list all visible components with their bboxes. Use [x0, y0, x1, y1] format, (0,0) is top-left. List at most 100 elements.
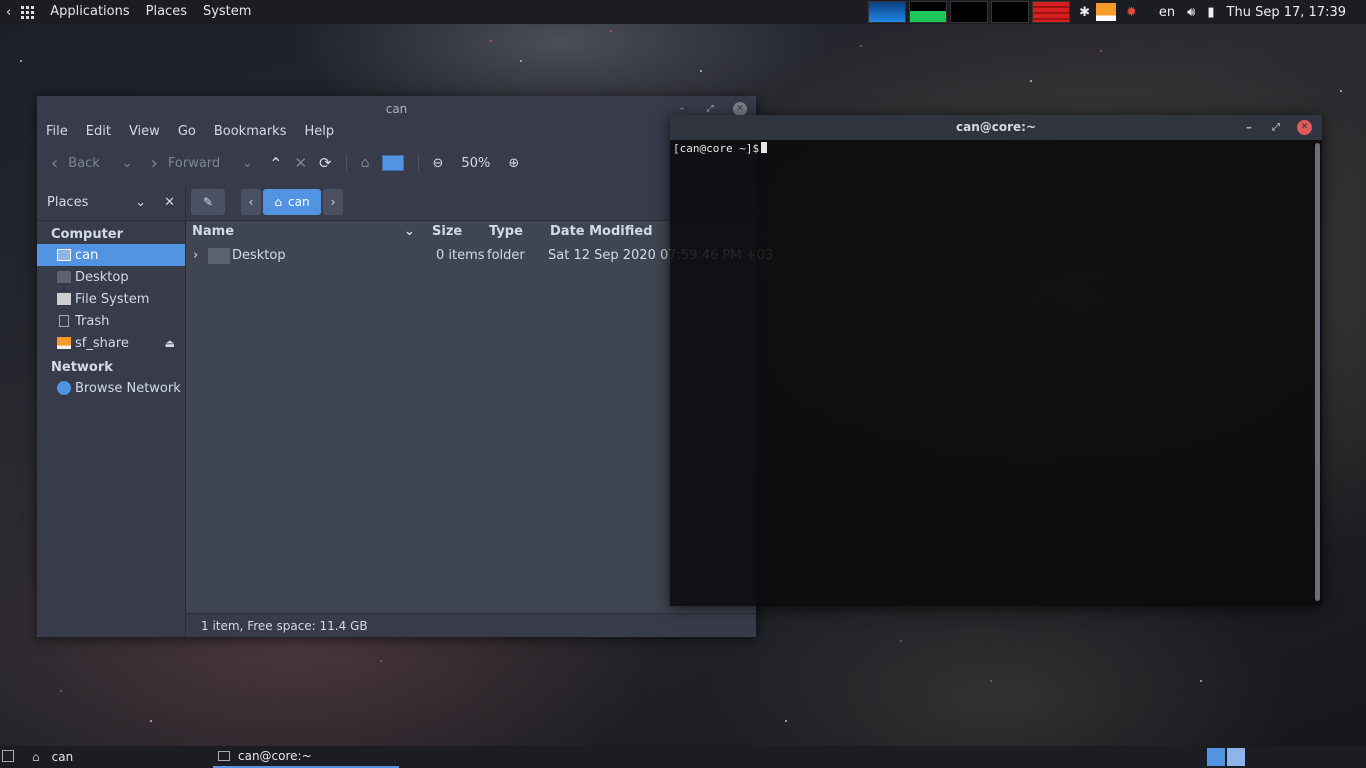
storage-icon[interactable]	[1096, 3, 1117, 21]
close-icon[interactable]: ✕	[164, 195, 175, 210]
show-desktop-icon[interactable]	[2, 750, 14, 762]
cursor	[761, 142, 768, 153]
drive-icon	[57, 337, 71, 349]
chevron-left-icon: ‹	[248, 195, 254, 209]
clipboard-icon[interactable]: ▮	[1207, 5, 1214, 20]
folder-icon	[208, 248, 230, 264]
sidebar: Places ⌄ ✕ Computer can Desktop File Sys…	[37, 184, 186, 637]
gear-alert-icon[interactable]: ✹	[1126, 5, 1137, 20]
forward-button[interactable]: › Forward ⌄	[145, 153, 259, 174]
path-button-can[interactable]: ⌂ can	[263, 189, 321, 215]
menu-bookmarks[interactable]: Bookmarks	[205, 122, 296, 142]
sidebar-item-sf-share[interactable]: sf_share ⏏	[37, 332, 185, 354]
expander-icon[interactable]: ›	[193, 248, 198, 263]
path-back-button[interactable]: ‹	[241, 189, 261, 215]
window-title: can	[385, 102, 408, 116]
maximize-icon[interactable]: ⤢	[703, 102, 717, 116]
pencil-icon: ✎	[202, 195, 214, 209]
language-indicator[interactable]: en	[1159, 5, 1175, 20]
zoom-out-icon[interactable]: ⊖	[427, 156, 450, 171]
row-name: Desktop	[232, 248, 286, 263]
terminal-output[interactable]: [can@core ~]$	[673, 140, 1310, 606]
sidebar-item-label: Trash	[75, 313, 110, 329]
drive-icon	[57, 293, 71, 305]
sidebar-item-label: Browse Network	[75, 380, 181, 396]
minimize-icon[interactable]: –	[1246, 115, 1252, 140]
sidebar-section-network: Network	[51, 360, 113, 375]
sidebar-item-label: can	[75, 247, 99, 263]
system-tray: ✱ ✹ en 🔊︎ ▮ Thu Sep 17, 17:39	[868, 0, 1366, 24]
workspace-switcher[interactable]	[1207, 748, 1245, 766]
task-file-manager[interactable]: ⌂ can	[32, 746, 207, 768]
column-size[interactable]: Size	[432, 224, 462, 239]
back-button[interactable]: ‹ Back ⌄	[45, 153, 139, 174]
row-size: 0 items	[436, 248, 485, 263]
column-name[interactable]: Name	[192, 224, 234, 239]
task-terminal[interactable]: can@core:~	[213, 746, 399, 768]
home-icon[interactable]: ⌂	[355, 155, 376, 171]
toolbar-separator	[345, 154, 347, 172]
chevron-down-icon[interactable]: ⌄	[135, 195, 146, 210]
computer-icon[interactable]	[376, 155, 410, 171]
up-icon[interactable]: ⌃	[263, 154, 288, 173]
sidebar-item-filesystem[interactable]: File System	[37, 288, 185, 310]
workspace-1[interactable]	[1207, 748, 1225, 766]
path-label: can	[288, 195, 310, 209]
zoom-in-icon[interactable]: ⊕	[502, 156, 525, 171]
sidebar-title[interactable]: Places	[47, 195, 135, 210]
file-manager-window: can – ⤢ ✕ File Edit View Go Bookmarks He…	[37, 96, 773, 637]
sidebar-item-can[interactable]: can	[37, 244, 185, 266]
terminal-title: can@core:~	[955, 120, 1037, 134]
sidebar-item-trash[interactable]: Trash	[37, 310, 185, 332]
menu-go[interactable]: Go	[169, 122, 205, 142]
eject-icon[interactable]: ⏏	[165, 337, 175, 350]
network-icon	[57, 381, 71, 395]
home-icon: ⌂	[32, 750, 40, 764]
close-icon[interactable]: ✕	[1297, 120, 1312, 135]
toolbar-separator	[417, 154, 419, 172]
chevron-left-icon[interactable]: ‹	[0, 5, 15, 20]
menu-system[interactable]: System	[195, 0, 259, 24]
bluetooth-icon[interactable]: ✱	[1079, 5, 1090, 20]
sidebar-item-label: sf_share	[75, 335, 129, 351]
column-type[interactable]: Type	[489, 224, 523, 239]
forward-label: Forward	[167, 155, 221, 171]
swap-monitor[interactable]	[991, 1, 1030, 23]
task-label: can	[51, 750, 74, 764]
cpu-monitor[interactable]	[868, 1, 907, 23]
column-modified[interactable]: Date Modified	[550, 224, 653, 239]
reload-icon[interactable]: ⟳	[313, 154, 338, 172]
home-icon: ⌂	[274, 195, 283, 209]
path-forward-button[interactable]: ›	[323, 189, 343, 215]
chevron-right-icon: ›	[330, 195, 336, 209]
clock[interactable]: Thu Sep 17, 17:39	[1227, 5, 1346, 20]
sort-chevron-icon[interactable]: ⌄	[404, 224, 415, 239]
memory-monitor[interactable]	[909, 1, 948, 23]
chevron-down-icon: ⌄	[121, 155, 133, 171]
terminal-window: can@core:~ – ⤢ ✕ [can@core ~]$	[670, 115, 1322, 606]
toggle-location-button[interactable]: ✎	[191, 189, 225, 215]
menu-help[interactable]: Help	[295, 122, 343, 142]
minimize-icon[interactable]: –	[675, 102, 689, 116]
menu-applications[interactable]: Applications	[42, 0, 137, 24]
stop-icon[interactable]: ✕	[288, 154, 313, 172]
close-icon[interactable]: ✕	[733, 102, 747, 116]
sidebar-item-desktop[interactable]: Desktop	[37, 266, 185, 288]
maximize-icon[interactable]: ⤢	[1272, 115, 1280, 140]
menu-file[interactable]: File	[37, 122, 77, 142]
sidebar-item-browse-network[interactable]: Browse Network	[37, 377, 185, 399]
menu-edit[interactable]: Edit	[77, 122, 120, 142]
menu-view[interactable]: View	[120, 122, 169, 142]
volume-icon[interactable]: 🔊︎	[1187, 5, 1195, 20]
menu-places[interactable]: Places	[138, 0, 195, 24]
zoom-level[interactable]: 50%	[455, 156, 496, 171]
top-panel: ‹ Applications Places System ✱ ✹ en 🔊︎ ▮…	[0, 0, 1366, 24]
workspace-2[interactable]	[1227, 748, 1245, 766]
task-label: can@core:~	[238, 749, 312, 763]
terminal-scrollbar[interactable]	[1315, 143, 1320, 601]
status-bar: 1 item, Free space: 11.4 GB	[186, 613, 756, 637]
load-monitor[interactable]	[1032, 1, 1071, 23]
apps-grid-icon[interactable]	[21, 5, 35, 19]
network-monitor[interactable]	[950, 1, 989, 23]
home-icon	[57, 249, 71, 261]
